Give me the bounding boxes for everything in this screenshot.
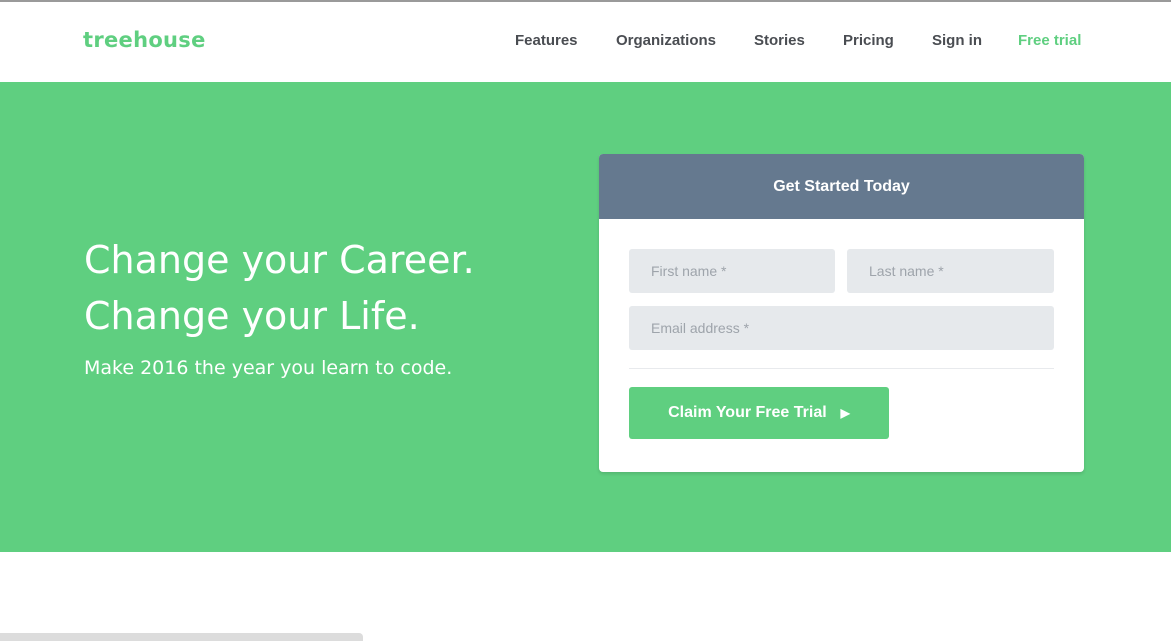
horizontal-scrollbar[interactable] bbox=[0, 633, 363, 641]
claim-free-trial-button[interactable]: Claim Your Free Trial ▶ bbox=[629, 387, 889, 439]
hero-headline: Change your Career. Change your Life. bbox=[84, 232, 475, 344]
first-name-input[interactable] bbox=[629, 249, 835, 293]
hero-section: Change your Career. Change your Life. Ma… bbox=[0, 82, 1171, 552]
nav-pricing-link[interactable]: Pricing bbox=[843, 32, 894, 49]
email-input[interactable] bbox=[629, 306, 1054, 350]
nav-free-trial-link[interactable]: Free trial bbox=[1018, 32, 1081, 49]
top-navigation: treehouse Features Organizations Stories… bbox=[0, 2, 1171, 82]
nav-organizations-link[interactable]: Organizations bbox=[616, 32, 716, 49]
last-name-input[interactable] bbox=[847, 249, 1054, 293]
nav-sign-in-link[interactable]: Sign in bbox=[932, 32, 982, 49]
headline-line-2: Change your Life. bbox=[84, 294, 420, 338]
headline-line-1: Change your Career. bbox=[84, 238, 475, 282]
form-divider bbox=[629, 368, 1054, 369]
nav-stories-link[interactable]: Stories bbox=[754, 32, 805, 49]
signup-card: Get Started Today Claim Your Free Trial … bbox=[599, 154, 1084, 472]
play-icon: ▶ bbox=[840, 406, 850, 420]
nav-features-link[interactable]: Features bbox=[515, 32, 578, 49]
signup-card-title: Get Started Today bbox=[599, 154, 1084, 219]
hero-subheadline: Make 2016 the year you learn to code. bbox=[84, 357, 453, 379]
claim-free-trial-label: Claim Your Free Trial bbox=[668, 404, 827, 421]
nav-links: Features Organizations Stories Pricing S… bbox=[0, 32, 1171, 52]
